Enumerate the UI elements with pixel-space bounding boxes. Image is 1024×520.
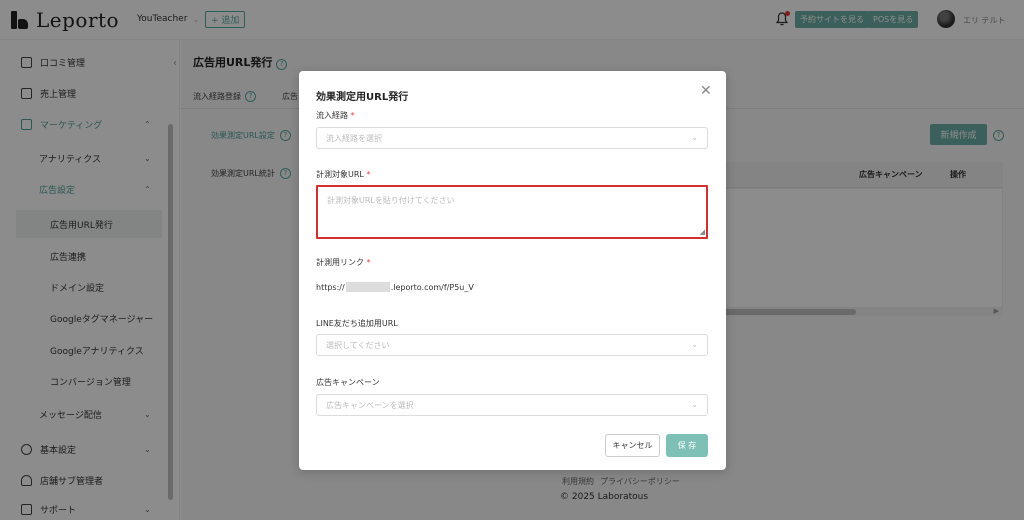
route-label: 流入経路 * — [316, 111, 355, 120]
line-url-label: LINE友だち追加用URL — [316, 319, 398, 328]
required-mark: * — [350, 111, 355, 120]
chevron-down-icon: ⌄ — [691, 133, 698, 142]
required-mark: * — [366, 258, 371, 267]
save-button[interactable]: 保 存 — [666, 434, 708, 457]
resize-handle-icon[interactable]: ◢ — [700, 228, 705, 236]
campaign-select[interactable]: 広告キャンペーンを選択 ⌄ — [316, 394, 708, 416]
cancel-button[interactable]: キャンセル — [605, 434, 660, 457]
campaign-label: 広告キャンペーン — [316, 378, 380, 387]
redacted-subdomain — [345, 282, 390, 292]
line-url-select[interactable]: 選択してください ⌄ — [316, 334, 708, 356]
required-mark: * — [366, 170, 371, 179]
chevron-down-icon: ⌄ — [691, 400, 698, 409]
close-icon[interactable]: ✕ — [700, 83, 712, 99]
issue-url-modal: 効果測定用URL発行 ✕ 流入経路 * 流入経路を選択 ⌄ 計測対象URL * … — [299, 71, 726, 470]
target-url-label: 計測対象URL * — [316, 170, 371, 179]
chevron-down-icon: ⌄ — [691, 340, 698, 349]
target-url-textarea[interactable]: 計測対象URLを貼り付けてください ◢ — [316, 185, 708, 239]
tracking-link-label: 計測用リンク * — [316, 258, 371, 267]
tracking-link-value: https:// .leporto.com/f/P5u_V — [316, 282, 474, 292]
route-select[interactable]: 流入経路を選択 ⌄ — [316, 127, 708, 149]
modal-title: 効果測定用URL発行 — [316, 92, 409, 103]
